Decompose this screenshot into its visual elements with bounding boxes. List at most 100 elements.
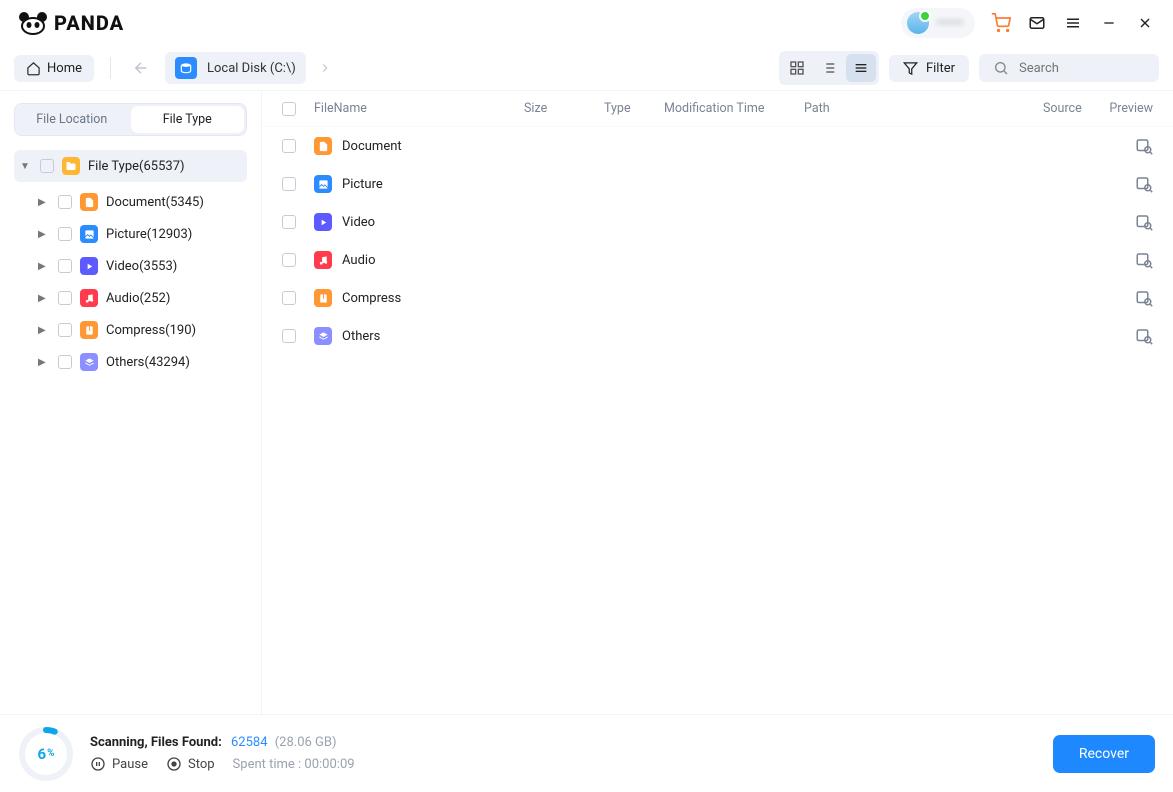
tree-node-label: Picture(12903) — [106, 227, 192, 242]
category-icon — [80, 289, 98, 307]
menu-icon[interactable] — [1063, 13, 1083, 33]
tree-node[interactable]: ▶Video(3553) — [32, 250, 247, 282]
category-icon — [80, 225, 98, 243]
back-button[interactable] — [127, 54, 155, 82]
search-box[interactable] — [979, 54, 1159, 82]
row-checkbox[interactable] — [282, 253, 296, 267]
row-checkbox[interactable] — [282, 177, 296, 191]
user-account-pill[interactable]: •••••• — [901, 8, 975, 38]
file-row[interactable]: Document — [262, 127, 1173, 165]
pause-button[interactable]: Pause — [90, 756, 148, 772]
separator — [110, 57, 111, 79]
checkbox[interactable] — [58, 227, 72, 241]
col-path[interactable]: Path — [804, 101, 1043, 116]
preview-button[interactable] — [1135, 137, 1153, 155]
file-category-icon — [314, 213, 332, 231]
file-row[interactable]: Others — [262, 317, 1173, 355]
stop-button[interactable]: Stop — [166, 756, 215, 772]
app-logo: PANDA — [18, 11, 124, 35]
file-row[interactable]: Picture — [262, 165, 1173, 203]
col-mtime[interactable]: Modification Time — [664, 101, 804, 116]
category-icon — [80, 321, 98, 339]
checkbox[interactable] — [40, 159, 54, 173]
checkbox[interactable] — [58, 323, 72, 337]
view-list-button[interactable] — [846, 54, 876, 82]
file-row[interactable]: Audio — [262, 241, 1173, 279]
col-size[interactable]: Size — [524, 101, 604, 116]
tree-node[interactable]: ▶Compress(190) — [32, 314, 247, 346]
file-name: Compress — [342, 291, 524, 306]
row-checkbox[interactable] — [282, 329, 296, 343]
col-filename[interactable]: FileName — [314, 101, 524, 116]
file-row[interactable]: Compress — [262, 279, 1173, 317]
tree-node[interactable]: ▶Audio(252) — [32, 282, 247, 314]
footer-info: Scanning, Files Found: 62584 (28.06 GB) … — [90, 735, 355, 772]
recover-button[interactable]: Recover — [1053, 735, 1155, 773]
row-checkbox[interactable] — [282, 139, 296, 153]
cart-icon[interactable] — [991, 13, 1011, 33]
search-icon — [993, 60, 1009, 76]
file-type-tree: ▼ File Type(65537) ▶Document(5345)▶Pictu… — [14, 150, 247, 378]
file-category-icon — [314, 327, 332, 345]
tab-file-location[interactable]: File Location — [15, 104, 129, 135]
tree-root-file-type[interactable]: ▼ File Type(65537) — [14, 150, 247, 182]
view-detail-button[interactable] — [814, 54, 844, 82]
checkbox[interactable] — [58, 195, 72, 209]
row-checkbox[interactable] — [282, 215, 296, 229]
preview-button[interactable] — [1135, 327, 1153, 345]
filter-button[interactable]: Filter — [889, 55, 969, 82]
col-preview[interactable]: Preview — [1103, 101, 1153, 116]
tree-node[interactable]: ▶ Others(43294) — [32, 346, 247, 378]
view-mode-segment — [779, 51, 879, 85]
view-grid-button[interactable] — [782, 54, 812, 82]
breadcrumb-disk[interactable]: Local Disk (C:\) — [165, 52, 306, 84]
checkbox[interactable] — [58, 291, 72, 305]
files-found-size: (28.06 GB) — [275, 735, 337, 750]
list-icon — [853, 60, 869, 76]
caret-down-icon: ▼ — [20, 161, 32, 172]
row-checkbox[interactable] — [282, 291, 296, 305]
tree-node[interactable]: ▶Picture(12903) — [32, 218, 247, 250]
scan-status: Scanning, Files Found: — [90, 735, 222, 750]
select-all-checkbox[interactable] — [282, 102, 296, 116]
tab-file-type[interactable]: File Type — [131, 106, 245, 133]
caret-right-icon: ▶ — [38, 357, 50, 368]
stop-label: Stop — [188, 757, 215, 772]
sidebar-tabs: File Location File Type — [14, 103, 247, 136]
checkbox[interactable] — [58, 259, 72, 273]
arrow-left-icon — [132, 59, 150, 77]
minimize-icon[interactable] — [1099, 13, 1119, 33]
preview-button[interactable] — [1135, 175, 1153, 193]
progress-unit: % — [47, 748, 54, 759]
titlebar: PANDA •••••• — [0, 0, 1173, 46]
pause-label: Pause — [112, 757, 148, 772]
caret-right-icon: ▶ — [38, 197, 50, 208]
search-input[interactable] — [1019, 61, 1145, 76]
disk-label: Local Disk (C:\) — [207, 61, 296, 76]
category-icon — [80, 193, 98, 211]
filter-label: Filter — [926, 61, 955, 76]
home-button[interactable]: Home — [14, 55, 94, 82]
app-name: PANDA — [54, 11, 124, 35]
file-row[interactable]: Video — [262, 203, 1173, 241]
preview-button[interactable] — [1135, 289, 1153, 307]
caret-right-icon: ▶ — [38, 261, 50, 272]
tree-node-label: Others(43294) — [106, 355, 190, 370]
col-type[interactable]: Type — [604, 101, 664, 116]
progress-ring: 6% — [18, 726, 74, 782]
file-name: Audio — [342, 253, 524, 268]
toolbar: Home Local Disk (C:\) Filter — [0, 46, 1173, 90]
file-category-icon — [314, 251, 332, 269]
preview-button[interactable] — [1135, 213, 1153, 231]
col-source[interactable]: Source — [1043, 101, 1103, 116]
preview-button[interactable] — [1135, 251, 1153, 269]
column-header: FileName Size Type Modification Time Pat… — [262, 91, 1173, 127]
tree-node[interactable]: ▶Document(5345) — [32, 186, 247, 218]
mail-icon[interactable] — [1027, 13, 1047, 33]
titlebar-right: •••••• — [901, 8, 1155, 38]
caret-right-icon: ▶ — [38, 325, 50, 336]
close-icon[interactable] — [1135, 13, 1155, 33]
preview-icon — [1135, 213, 1153, 231]
panda-logo-icon — [18, 11, 48, 35]
checkbox[interactable] — [58, 355, 72, 369]
